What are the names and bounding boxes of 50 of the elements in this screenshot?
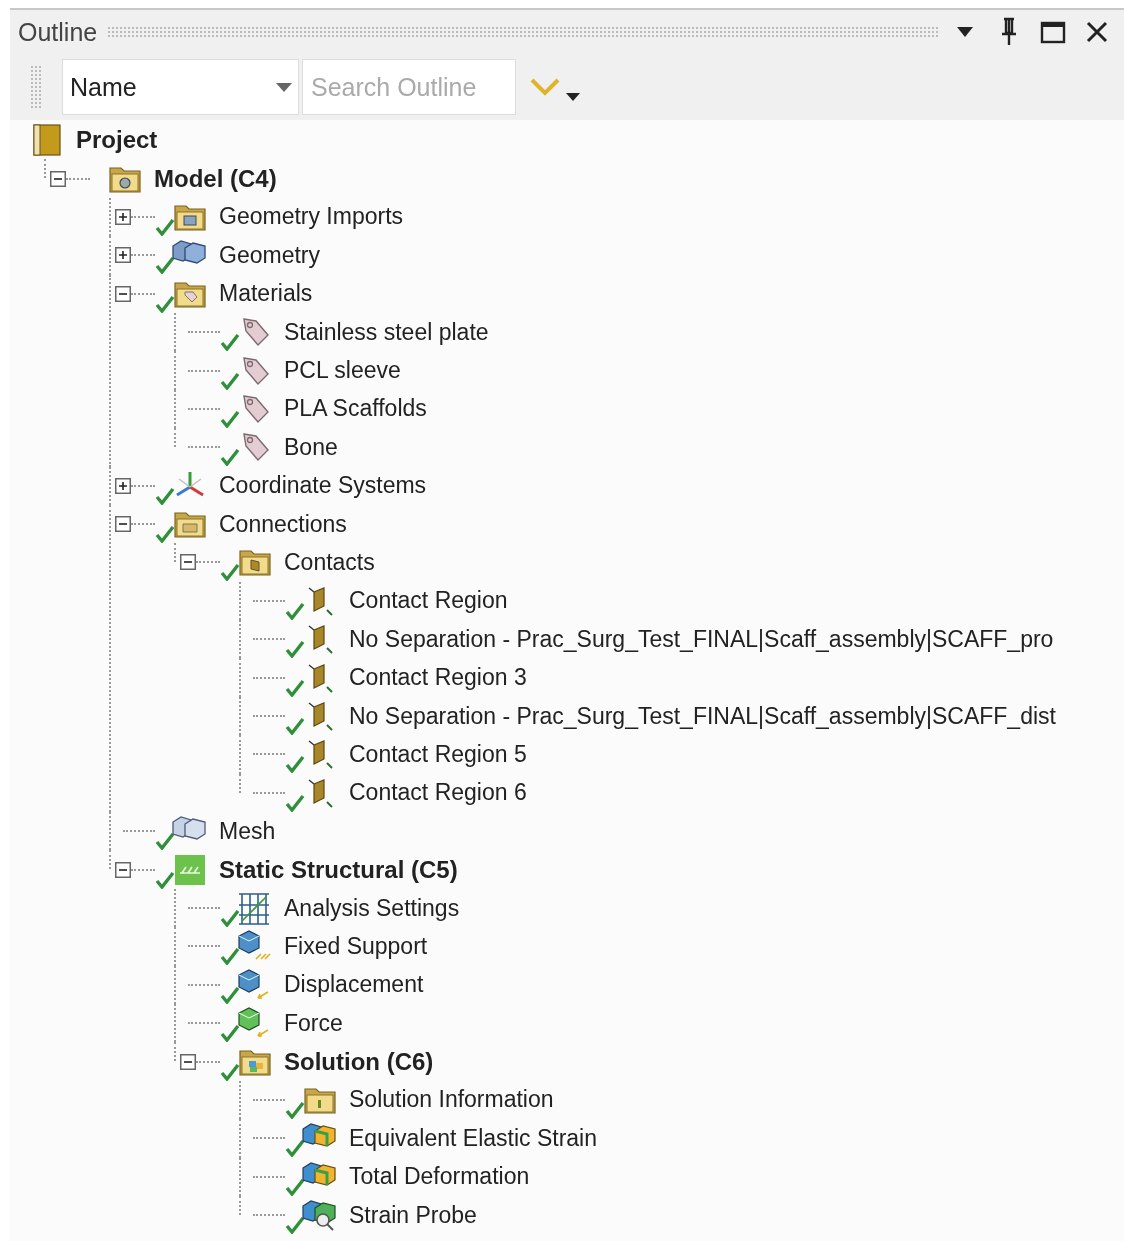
tree-item-label[interactable]: Solution (C6) (282, 1046, 436, 1077)
collapse-toggle[interactable] (115, 861, 131, 878)
dropdown-arrow-icon[interactable] (566, 93, 580, 101)
tree-item-label[interactable]: Bone (282, 432, 340, 462)
tree-item-label[interactable]: Connections (217, 509, 349, 539)
tree-item-label[interactable]: Coordinate Systems (217, 471, 429, 501)
tree-item-label[interactable]: PLA Scaffolds (282, 394, 429, 424)
tree-item-label[interactable]: Geometry (217, 240, 322, 270)
collapse-toggle[interactable] (115, 285, 131, 302)
tree-item-label[interactable]: Solution Information (347, 1085, 556, 1115)
collapse-toggle[interactable] (115, 516, 131, 533)
search-field[interactable]: Search Outline (302, 59, 516, 115)
tree-item-label[interactable]: Contact Region 3 (347, 663, 529, 693)
collapse-toggle[interactable] (180, 1053, 196, 1070)
tree-item-label[interactable]: No Separation - Prac_Surg_Test_FINAL|Scaff_assembly|SCAFF_pro (347, 624, 1056, 654)
expand-toggle[interactable] (115, 247, 131, 264)
collapse-toggle[interactable] (50, 170, 66, 187)
tree-item-label[interactable]: Analysis Settings (282, 893, 462, 923)
book-icon (30, 123, 64, 158)
tree-item-label[interactable]: Mesh (217, 816, 278, 846)
tree-item-label[interactable]: Model (C4) (152, 163, 279, 194)
expand-toggle[interactable] (115, 208, 131, 225)
tree-item-label[interactable]: Total Deformation (347, 1162, 532, 1192)
hatched-tile-icon (173, 852, 207, 887)
tree-item-label[interactable]: Project (74, 125, 160, 156)
filter-dropdown[interactable]: Name (62, 59, 299, 115)
probe-icon (301, 1198, 337, 1233)
tree-item-label[interactable]: Contact Region 5 (347, 739, 529, 769)
tree-item-label[interactable]: PCL sleeve (282, 356, 403, 386)
caret-icon (276, 82, 292, 92)
cubes-icon (171, 814, 207, 843)
tree-item-label[interactable]: Contact Region 6 (347, 778, 529, 808)
tree-item-label[interactable]: Fixed Support (282, 931, 430, 961)
grid-icon (236, 891, 272, 927)
tree-item-label[interactable]: Contacts (282, 548, 377, 577)
toolbar-grip (30, 65, 42, 109)
tree-item-label[interactable]: Equivalent Elastic Strain (347, 1123, 599, 1153)
expand-toggle[interactable] (115, 477, 131, 494)
tree-item-label[interactable]: Strain Probe (347, 1200, 479, 1230)
tree-item-label[interactable]: Force (282, 1008, 345, 1038)
tree-item-label[interactable]: Displacement (282, 970, 426, 1000)
tree-item-label[interactable]: Static Structural (C5) (217, 854, 460, 885)
tree-item-label[interactable]: No Separation - Prac_Surg_Test_FINAL|Scaff_assembly|SCAFF_dist (347, 701, 1058, 731)
cubes-icon (171, 238, 207, 267)
tree-item-label[interactable]: Contact Region (347, 586, 510, 616)
panel-title: Outline (18, 17, 98, 47)
tree-item-label[interactable]: Geometry Imports (217, 202, 406, 232)
tree-item-label[interactable]: Stainless steel plate (282, 317, 491, 347)
tree-item-label[interactable]: Materials (217, 279, 315, 309)
collapse-toggle[interactable] (180, 554, 196, 571)
